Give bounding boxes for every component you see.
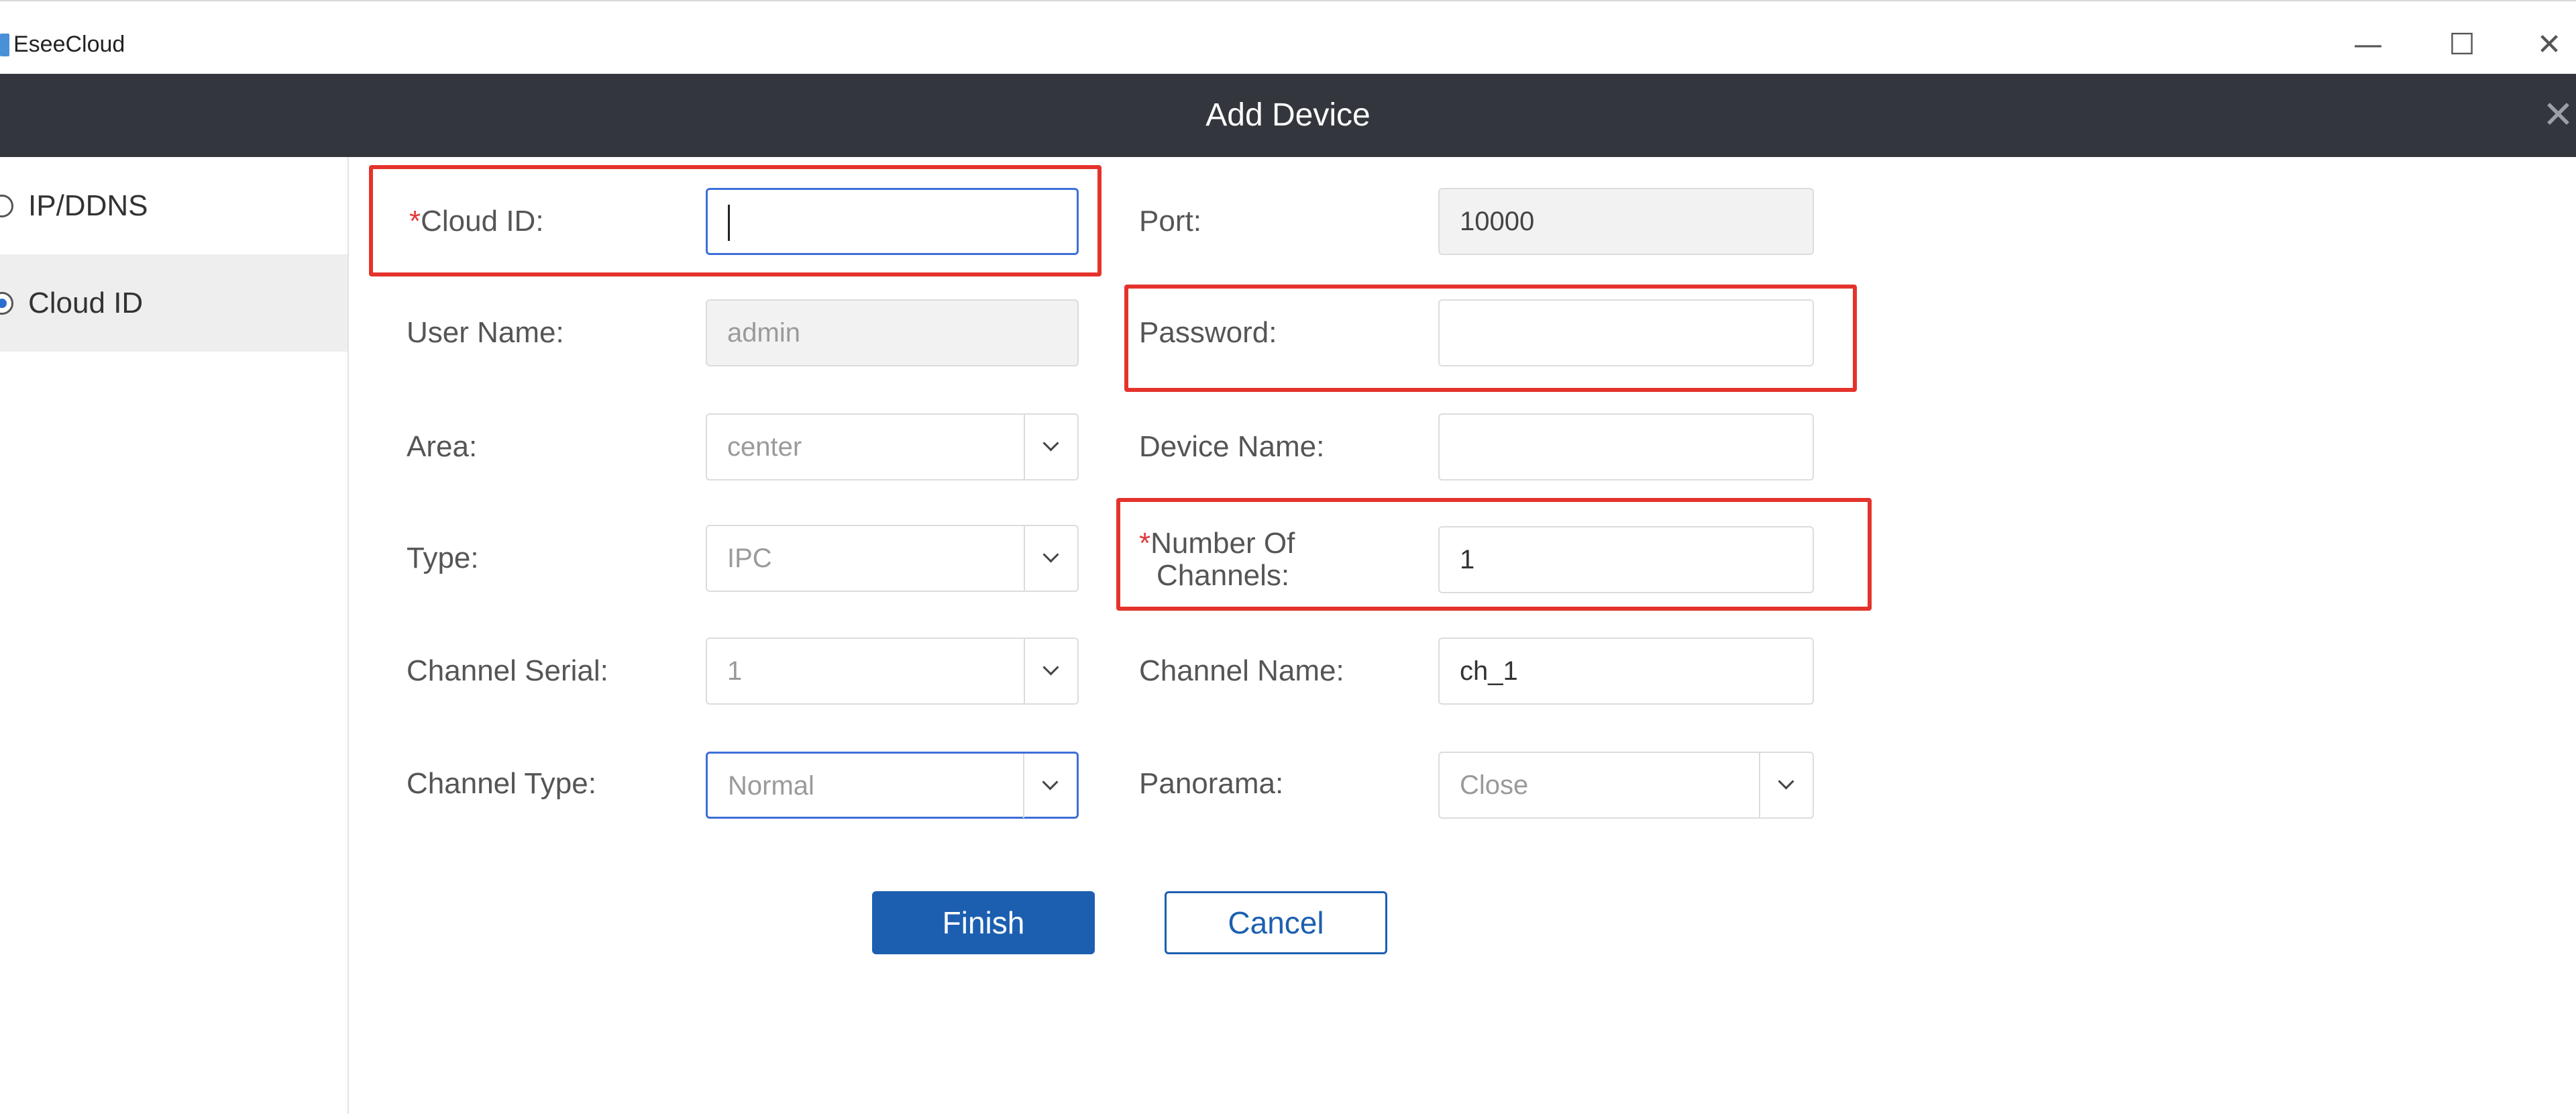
dialog-header: Add Device ✕	[0, 74, 2576, 157]
number-of-channels-input[interactable]: 1	[1438, 526, 1814, 593]
chevron-down-icon[interactable]	[1024, 639, 1077, 703]
channel-serial-select[interactable]: 1	[706, 638, 1079, 705]
password-input[interactable]	[1438, 299, 1814, 366]
required-mark: *	[1139, 527, 1151, 560]
app-title: EseeCloud	[13, 32, 125, 57]
panorama-select[interactable]: Close	[1438, 752, 1814, 819]
minimize-icon[interactable]: —	[2341, 21, 2395, 68]
dialog-title: Add Device	[1205, 97, 1371, 133]
area-select[interactable]: center	[706, 413, 1079, 480]
panorama-label: Panorama:	[1139, 767, 1284, 800]
channel-type-select[interactable]: Normal	[706, 752, 1079, 819]
cloud-id-input[interactable]	[706, 188, 1079, 255]
required-mark: *	[409, 205, 421, 238]
add-method-sidebar: IP/DDNS Cloud ID	[0, 157, 349, 1114]
channels-label-line2: Channels:	[1157, 559, 1290, 592]
window-close-icon[interactable]: ✕	[2522, 21, 2576, 68]
channel-serial-label: Channel Serial:	[407, 654, 608, 687]
type-select[interactable]: IPC	[706, 525, 1079, 592]
number-of-channels-label: *Number Of Channels:	[1139, 527, 1295, 592]
radio-unchecked-icon[interactable]	[0, 194, 13, 217]
panorama-value: Close	[1460, 770, 1529, 800]
dialog-close-icon[interactable]: ✕	[2542, 74, 2574, 157]
user-name-input: admin	[706, 299, 1079, 366]
type-value: IPC	[727, 544, 772, 573]
channel-type-value: Normal	[728, 771, 814, 801]
sidebar-item-label: Cloud ID	[28, 286, 144, 319]
sidebar-item-ip-ddns[interactable]: IP/DDNS	[0, 157, 347, 254]
channel-type-label: Channel Type:	[407, 767, 596, 800]
cloud-id-label-text: Cloud ID:	[421, 205, 544, 238]
maximize-icon[interactable]: ☐	[2435, 21, 2489, 68]
device-name-input[interactable]	[1438, 413, 1814, 480]
device-name-label: Device Name:	[1139, 430, 1325, 463]
cloud-id-label: *Cloud ID:	[409, 204, 544, 239]
cancel-button[interactable]: Cancel	[1165, 891, 1387, 954]
chevron-down-icon[interactable]	[1023, 754, 1077, 818]
sidebar-item-label: IP/DDNS	[28, 189, 148, 222]
chevron-down-icon[interactable]	[1024, 415, 1077, 479]
port-label: Port:	[1139, 205, 1201, 238]
channel-serial-value: 1	[727, 656, 743, 686]
channel-name-label: Channel Name:	[1139, 654, 1344, 687]
text-caret	[728, 205, 730, 241]
area-label: Area:	[407, 430, 478, 463]
area-value: center	[727, 432, 802, 462]
channels-label-line1: Number Of	[1150, 527, 1295, 560]
chevron-down-icon[interactable]	[1759, 753, 1813, 817]
window-titlebar: EseeCloud — ☐ ✕	[0, 0, 2576, 74]
type-label: Type:	[407, 542, 479, 574]
sidebar-item-cloud-id[interactable]: Cloud ID	[0, 254, 347, 352]
port-input: 10000	[1438, 188, 1814, 255]
channel-name-input[interactable]: ch_1	[1438, 638, 1814, 705]
user-name-label: User Name:	[407, 316, 564, 349]
app-logo-icon	[0, 34, 9, 56]
radio-checked-icon[interactable]	[0, 291, 13, 315]
finish-button[interactable]: Finish	[872, 891, 1095, 954]
chevron-down-icon[interactable]	[1024, 526, 1077, 591]
password-label: Password:	[1139, 316, 1277, 349]
